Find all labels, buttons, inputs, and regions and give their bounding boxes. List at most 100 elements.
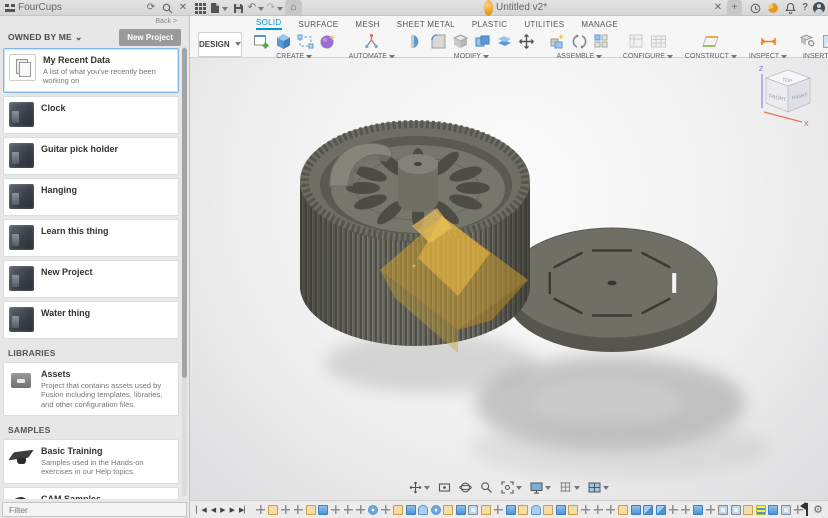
refresh-icon[interactable]: ⟳	[144, 0, 158, 16]
search-icon[interactable]	[160, 0, 174, 16]
tab-mesh[interactable]: MESH	[355, 20, 379, 30]
project-card[interactable]: Learn this thing	[3, 219, 179, 257]
close-panel-icon[interactable]: ✕	[176, 0, 190, 16]
timeline-position-marker[interactable]	[806, 503, 808, 516]
fit-icon[interactable]	[500, 480, 523, 495]
canvas-image-icon[interactable]	[821, 32, 828, 51]
configuration-icon[interactable]	[627, 32, 646, 51]
timeline-feature-move[interactable]	[381, 505, 391, 515]
timeline-feature-move[interactable]	[593, 505, 603, 515]
go-to-start-icon[interactable]: ▏◀	[196, 506, 207, 514]
team-name[interactable]: FourCups	[18, 0, 62, 16]
zoom-icon[interactable]	[479, 480, 494, 495]
timeline-feature-extrude[interactable]	[556, 505, 566, 515]
document-tab-title[interactable]: Untitled v2*	[496, 0, 547, 16]
grid-snaps-icon[interactable]	[558, 480, 581, 495]
project-card[interactable]: Basic Training Samples used in the Hands…	[3, 439, 179, 484]
new-component-icon[interactable]	[548, 32, 567, 51]
timeline-feature-sketch[interactable]	[543, 505, 553, 515]
timeline-feature-move[interactable]	[343, 505, 353, 515]
timeline-feature-sketch[interactable]	[481, 505, 491, 515]
construct-plane-icon[interactable]	[701, 32, 720, 51]
viewport-canvas[interactable]: Z X TOP FRONT RIGHT	[190, 58, 828, 500]
timeline-feature-move[interactable]	[293, 505, 303, 515]
play-icon[interactable]: ▶	[220, 506, 225, 514]
timeline-feature-sketch[interactable]	[443, 505, 453, 515]
timeline-feature-move[interactable]	[668, 505, 678, 515]
team-icon[interactable]	[4, 0, 16, 16]
home-tab-icon[interactable]: ⌂	[285, 0, 302, 16]
timeline-feature-fillet[interactable]	[418, 505, 428, 515]
fillet-icon[interactable]	[429, 32, 448, 51]
timeline-feature-combine[interactable]	[656, 505, 666, 515]
view-cube[interactable]: Z X TOP FRONT RIGHT	[748, 62, 818, 128]
timeline-feature-move[interactable]	[681, 505, 691, 515]
profile-avatar[interactable]	[812, 0, 825, 16]
shell-icon[interactable]	[451, 32, 470, 51]
timeline-feature-move[interactable]	[281, 505, 291, 515]
filter-input[interactable]	[2, 502, 187, 517]
automate-icon[interactable]	[362, 32, 381, 51]
timeline-feature-move[interactable]	[256, 505, 266, 515]
owned-by-me-header[interactable]: OWNED BY ME⌄	[8, 32, 83, 43]
timeline-feature-combine[interactable]	[643, 505, 653, 515]
create-form-icon[interactable]	[318, 32, 337, 51]
timeline-settings-gear-icon[interactable]: ⚙	[813, 503, 823, 516]
timeline-feature-sketch[interactable]	[743, 505, 753, 515]
scrollbar-thumb[interactable]	[182, 48, 187, 378]
go-to-end-icon[interactable]: ▶▏	[239, 506, 250, 514]
help-icon[interactable]: ?	[799, 0, 811, 16]
create-sketch-icon[interactable]	[252, 32, 271, 51]
timeline-feature-highlight[interactable]	[756, 505, 766, 515]
step-back-icon[interactable]: ◀	[211, 506, 216, 514]
timeline-feature-sketch[interactable]	[306, 505, 316, 515]
project-card[interactable]: CAM Samples Samples demonstrating CAM fu…	[3, 487, 179, 499]
timeline-feature-move[interactable]	[493, 505, 503, 515]
tab-solid[interactable]: SOLID	[256, 18, 282, 30]
back-link[interactable]: Back >	[155, 18, 177, 25]
project-card[interactable]: Clock	[3, 96, 179, 134]
job-status-icon[interactable]	[748, 0, 762, 16]
timeline-feature-boxed[interactable]	[731, 505, 741, 515]
timeline-feature-sketch[interactable]	[393, 505, 403, 515]
look-at-icon[interactable]	[437, 480, 452, 495]
extension-status-icon[interactable]	[766, 0, 779, 16]
project-card[interactable]: Guitar pick holder	[3, 137, 179, 175]
timeline-feature-move[interactable]	[581, 505, 591, 515]
new-tab-icon[interactable]: +	[727, 0, 742, 16]
press-pull-icon[interactable]	[407, 32, 426, 51]
file-menu-icon[interactable]	[210, 0, 228, 16]
move-copy-icon[interactable]	[517, 32, 536, 51]
project-card[interactable]: Assets Project that contains assets used…	[3, 362, 179, 416]
timeline-feature-extrude[interactable]	[768, 505, 778, 515]
data-panel-toggle-icon[interactable]	[193, 0, 207, 16]
new-project-button[interactable]: New Project	[119, 29, 181, 46]
disc-lid-model[interactable]	[507, 228, 717, 352]
project-card[interactable]: My Recent Data A list of what you've rec…	[3, 48, 179, 93]
timeline-feature-extrude[interactable]	[406, 505, 416, 515]
timeline-feature-boxed[interactable]	[781, 505, 791, 515]
undo-icon[interactable]: ↶	[247, 0, 265, 16]
save-icon[interactable]	[231, 0, 245, 16]
configuration-table-icon[interactable]	[649, 32, 668, 51]
tab-manage[interactable]: MANAGE	[581, 20, 617, 30]
timeline-feature-extrude[interactable]	[456, 505, 466, 515]
tab-sheet-metal[interactable]: SHEET METAL	[397, 20, 455, 30]
timeline-feature-boxed[interactable]	[718, 505, 728, 515]
timeline-feature-move[interactable]	[606, 505, 616, 515]
timeline-feature-sketch[interactable]	[268, 505, 278, 515]
timeline-feature-extrude[interactable]	[631, 505, 641, 515]
timeline-feature-move[interactable]	[356, 505, 366, 515]
project-card[interactable]: Water thing	[3, 301, 179, 339]
display-settings-icon[interactable]	[529, 480, 552, 495]
project-card[interactable]: Hanging	[3, 178, 179, 216]
tab-plastic[interactable]: PLASTIC	[472, 20, 507, 30]
notifications-bell-icon[interactable]	[783, 0, 797, 16]
timeline-feature-boxed[interactable]	[468, 505, 478, 515]
orbit-icon[interactable]	[458, 480, 473, 495]
project-card[interactable]: New Project	[3, 260, 179, 298]
timeline-feature-fillet[interactable]	[531, 505, 541, 515]
sketch-dimension-icon[interactable]	[296, 32, 315, 51]
document-tab-close-icon[interactable]: ✕	[712, 0, 724, 16]
insert-derive-icon[interactable]	[799, 32, 818, 51]
